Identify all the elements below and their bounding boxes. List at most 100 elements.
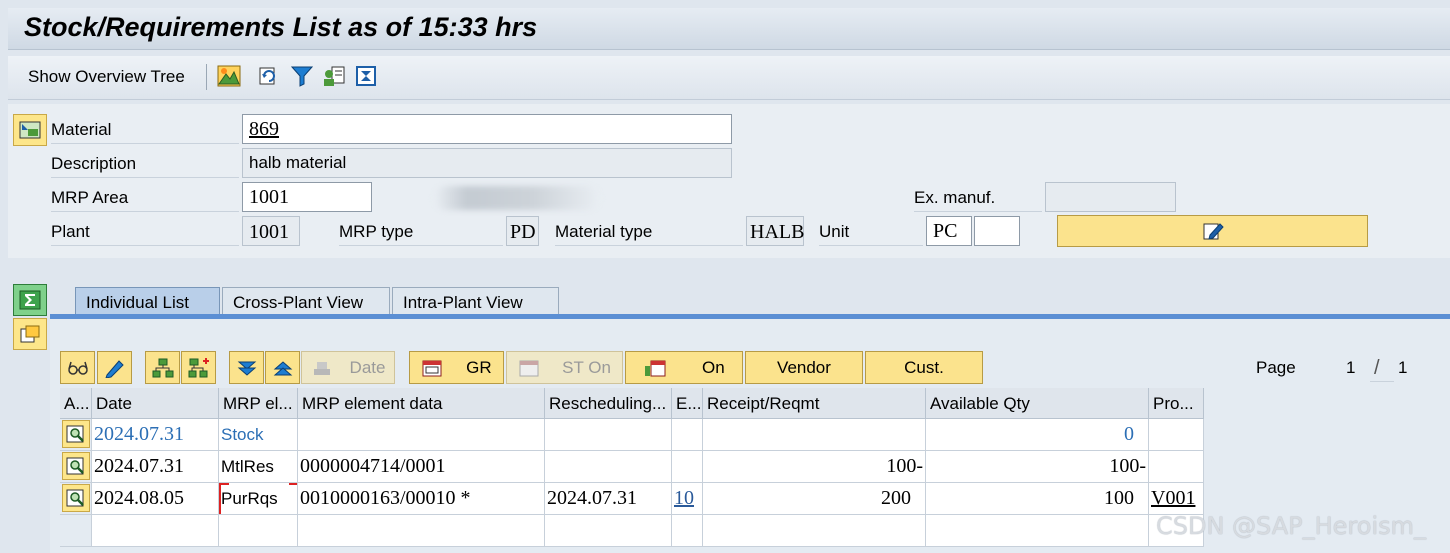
cust-button[interactable]: Cust. [865,351,983,384]
mrp-type-field: PD [506,216,539,246]
table-cell-rescheduling [545,419,672,451]
scroll-down-button[interactable] [229,351,264,384]
table-cell-e [672,419,703,451]
material-collapse-button[interactable] [13,114,47,146]
sum-button[interactable] [13,284,47,316]
table-cell-e [672,451,703,483]
plant-field: 1001 [242,216,300,246]
mrp-element-text: PurRqs [221,489,278,508]
column-header-e[interactable]: E... [672,388,703,419]
date-icon [313,361,330,375]
unit-label: Unit [819,222,850,241]
calendar-flag-icon [645,360,666,376]
show-overview-tree-button[interactable]: Show Overview Tree [28,67,185,87]
scroll-up-button[interactable] [265,351,300,384]
watermark: CSDN @SAP_Heroism_ [1156,512,1427,540]
new-window-button[interactable] [13,318,47,350]
row-details-button[interactable] [62,420,90,448]
table-row-action-cell [60,515,92,547]
table-cell-empty [926,515,1149,547]
material-type-label: Material type [555,222,653,241]
column-header-mrp-element[interactable]: MRP el... [219,388,298,419]
on-button[interactable]: On [625,351,743,384]
table-cell-element-data: 0010000163/00010 * [298,483,545,515]
details-button[interactable] [60,351,95,384]
pencil-icon [104,359,124,378]
calendar-icon [519,360,539,376]
column-header-rescheduling[interactable]: Rescheduling... [545,388,672,419]
expand-hierarchy-button[interactable] [145,351,180,384]
vendor-button-label: Vendor [777,357,831,377]
table-cell-rescheduling [545,451,672,483]
table-cell-date: 2024.07.31 [92,451,219,483]
column-header-available-qty[interactable]: Available Qty [926,388,1149,419]
st-on-button-label: ST On [562,357,611,377]
mrp-type-label: MRP type [339,222,414,241]
magnifier-icon [66,489,84,507]
edit-button[interactable] [97,351,132,384]
page-title: Stock/Requirements List as of 15:33 hrs [24,12,538,42]
table-cell-element-data: 0000004714/0001 [298,451,545,483]
unit-field: PC [926,216,972,246]
column-header-date[interactable]: Date [92,388,219,419]
table-row-action-cell [60,483,92,515]
table-cell-receipt: 200 [703,483,926,515]
table-cell-available: 100- [926,451,1149,483]
table-cell-empty [92,515,219,547]
column-header-mrp-element-data[interactable]: MRP element data [298,388,545,419]
description-label-underline [51,177,239,178]
filter-icon[interactable] [289,63,315,89]
mrp-area-input[interactable]: 1001 [242,182,372,212]
gr-button[interactable]: GR [409,351,504,384]
table-cell-empty [672,515,703,547]
st-on-button[interactable]: ST On [506,351,623,384]
print-icon[interactable] [353,63,379,89]
glasses-icon [67,361,88,375]
ex-manuf-label-underline [914,211,1042,212]
mrp-area-label: MRP Area [51,188,129,207]
material-input[interactable]: 869 [242,114,732,144]
arrow-up-icon [273,360,292,375]
material-label-underline [51,143,239,144]
table-cell-pro[interactable]: V001 [1149,483,1204,515]
column-header-pro[interactable]: Pro... [1149,388,1204,419]
tab-cross-plant-view[interactable]: Cross-Plant View [222,287,390,317]
row-details-button[interactable] [62,452,90,480]
ex-manuf-label: Ex. manuf. [914,188,996,207]
date-button[interactable]: Date [301,351,395,384]
cust-button-label: Cust. [904,357,944,377]
edit-material-button[interactable] [1057,215,1368,247]
table-cell-rescheduling: 2024.07.31 [545,483,672,515]
arrow-down-icon [237,361,256,376]
table-cell-mrp-element: PurRqs [219,483,298,515]
refresh-icon[interactable] [256,63,282,89]
table-cell-receipt [703,419,926,451]
landscape-icon[interactable] [216,63,242,89]
edit-icon [1203,223,1224,240]
table-cell-mrp-element: MtlRes [219,451,298,483]
toolbar-separator [206,64,207,90]
user-settings-icon[interactable] [321,63,347,89]
unit-label-underline [819,245,923,246]
page-label: Page [1256,358,1296,377]
table-cell-e-link[interactable]: 10 [672,483,703,515]
on-button-label: On [701,357,725,377]
table-cell-date: 2024.08.05 [92,483,219,515]
table-cell-element-data [298,419,545,451]
date-button-label: Date [349,357,386,377]
page-current: 1 [1346,358,1356,377]
column-header-a[interactable]: A... [60,388,92,419]
sigma-icon [19,290,41,310]
magnifier-icon [66,425,84,443]
add-hierarchy-button[interactable] [181,351,216,384]
table-cell-mrp-element: Stock [219,419,298,451]
row-details-button[interactable] [62,484,90,512]
tab-intra-plant-view[interactable]: Intra-Plant View [392,287,559,317]
table-cell-empty [545,515,672,547]
description-label: Description [51,154,137,173]
column-header-receipt-reqmt[interactable]: Receipt/Reqmt [703,388,926,419]
unit-extra-field[interactable] [974,216,1020,246]
table-cell-pro [1149,419,1204,451]
vendor-button[interactable]: Vendor [745,351,863,384]
tab-individual-list[interactable]: Individual List [75,287,220,317]
